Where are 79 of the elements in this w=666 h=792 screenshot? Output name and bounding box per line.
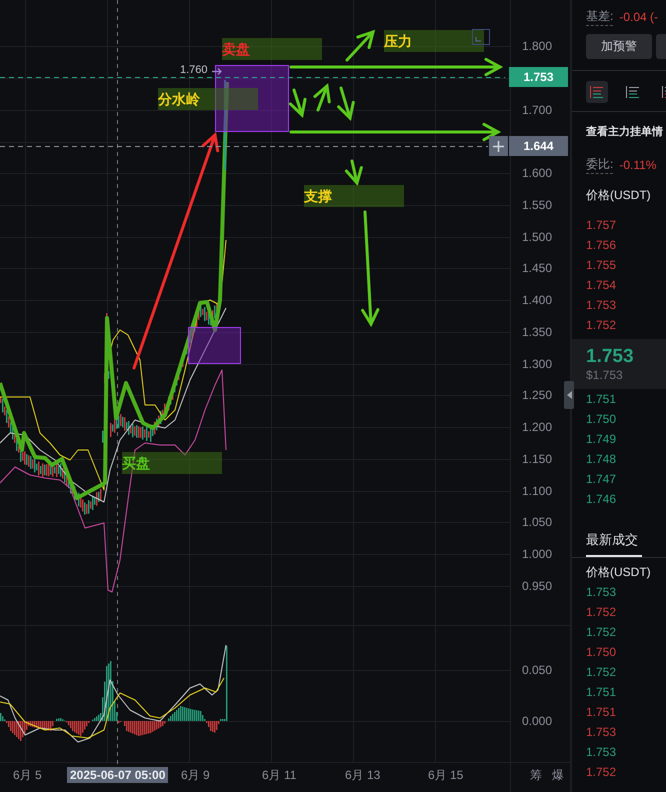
price-axis-label: 1.150 bbox=[522, 452, 552, 466]
main-orders-link[interactable]: 查看主力挂单情 bbox=[586, 124, 666, 139]
price-column-header: 价格(USDT) bbox=[586, 564, 652, 581]
arrow-icon bbox=[212, 68, 222, 75]
price-axis-label: 1.250 bbox=[522, 388, 552, 402]
order-book-view-tab[interactable] bbox=[586, 81, 608, 103]
side-tab[interactable]: 筹 bbox=[530, 767, 542, 783]
trade-price: 1.753 bbox=[586, 744, 618, 761]
add-button[interactable] bbox=[489, 136, 508, 156]
last-price-tag: 1.753 bbox=[509, 67, 568, 87]
price-axis-label: 1.300 bbox=[522, 357, 552, 371]
trade-price: 1.751 bbox=[586, 684, 618, 701]
annotation-label: 分水岭 bbox=[158, 91, 200, 107]
arrow bbox=[344, 160, 363, 186]
price-axis-label: 0.950 bbox=[522, 579, 552, 593]
alert-button[interactable]: 加预警 bbox=[586, 34, 652, 59]
time-axis-label: 6月 9 bbox=[180, 767, 211, 783]
bid-price: 1.748 bbox=[586, 451, 618, 468]
price-column-header: 价格(USDT) bbox=[586, 187, 652, 204]
last-price-usd: $1.753 bbox=[586, 368, 624, 382]
annotation-label: 卖盘 bbox=[222, 41, 250, 57]
ask-price: 1.757 bbox=[586, 217, 618, 234]
panel-toggle[interactable] bbox=[564, 381, 574, 409]
arrow bbox=[337, 86, 355, 121]
list-icon bbox=[590, 86, 604, 98]
basis-value: -0.04 (- bbox=[619, 10, 658, 24]
trade-price: 1.750 bbox=[586, 644, 618, 661]
price-axis-label: 1.000 bbox=[522, 547, 552, 561]
arrow bbox=[288, 88, 307, 118]
trade-price: 1.752 bbox=[586, 764, 618, 781]
time-axis-label: 6月 15 bbox=[427, 767, 464, 783]
basis-label: 基差: bbox=[586, 8, 614, 26]
arrow bbox=[313, 83, 331, 112]
bid-price: 1.749 bbox=[586, 431, 618, 448]
high-price-label: 1.760 bbox=[180, 64, 208, 76]
expand-icon[interactable] bbox=[472, 29, 490, 45]
time-axis-label: 6月 13 bbox=[344, 767, 382, 783]
ratio-value: -0.11% bbox=[619, 158, 656, 172]
price-axis-label: 1.550 bbox=[522, 198, 552, 212]
ask-price: 1.756 bbox=[586, 237, 618, 254]
trade-price: 1.753 bbox=[586, 584, 618, 601]
trade-price: 1.751 bbox=[586, 704, 618, 721]
time-axis-label: 6月 11 bbox=[261, 767, 298, 783]
ask-price: 1.753 bbox=[586, 297, 618, 314]
annotation-label: 压力 bbox=[384, 33, 412, 49]
last-price: 1.753 bbox=[586, 346, 635, 368]
ratio-label: 委比: bbox=[586, 156, 614, 174]
indicator-axis-label: 0.050 bbox=[522, 663, 552, 677]
trade-price: 1.752 bbox=[586, 624, 618, 641]
trade-price: 1.752 bbox=[586, 664, 618, 681]
plus-icon bbox=[493, 140, 504, 152]
bid-price: 1.747 bbox=[586, 471, 618, 488]
annotation-label: 支撑 bbox=[304, 188, 332, 204]
triangle-icon bbox=[566, 391, 572, 399]
ask-price: 1.754 bbox=[586, 277, 618, 294]
zone-box bbox=[188, 327, 241, 364]
price-axis-label: 1.100 bbox=[522, 484, 552, 498]
price-axis-label: 1.600 bbox=[522, 166, 552, 180]
price-axis-label: 1.400 bbox=[522, 293, 552, 307]
trade-price: 1.752 bbox=[586, 604, 618, 621]
bid-price: 1.751 bbox=[586, 391, 618, 408]
trade-price: 1.753 bbox=[586, 724, 618, 741]
crosshair-time-label: 2025-06-07 05:00 bbox=[67, 767, 168, 783]
price-axis-label: 1.350 bbox=[522, 325, 552, 339]
indicator-axis-label: 0.000 bbox=[522, 714, 552, 728]
bid-price: 1.746 bbox=[586, 491, 618, 508]
side-tab[interactable]: 爆 bbox=[552, 767, 564, 783]
bid-price: 1.750 bbox=[586, 411, 618, 428]
price-axis-label: 1.800 bbox=[522, 39, 552, 53]
time-axis-label: 6月 5 bbox=[12, 767, 43, 783]
price-axis-label: 1.450 bbox=[522, 261, 552, 275]
ask-price: 1.755 bbox=[586, 257, 618, 274]
price-axis-label: 1.500 bbox=[522, 230, 552, 244]
price-axis-label: 1.050 bbox=[522, 515, 552, 529]
ask-price: 1.752 bbox=[586, 317, 618, 334]
list-icon bbox=[626, 86, 640, 98]
crosshair-price-tag: 1.644 bbox=[509, 136, 568, 156]
price-axis-label: 1.200 bbox=[522, 420, 552, 434]
price-axis-label: 1.700 bbox=[522, 103, 552, 117]
